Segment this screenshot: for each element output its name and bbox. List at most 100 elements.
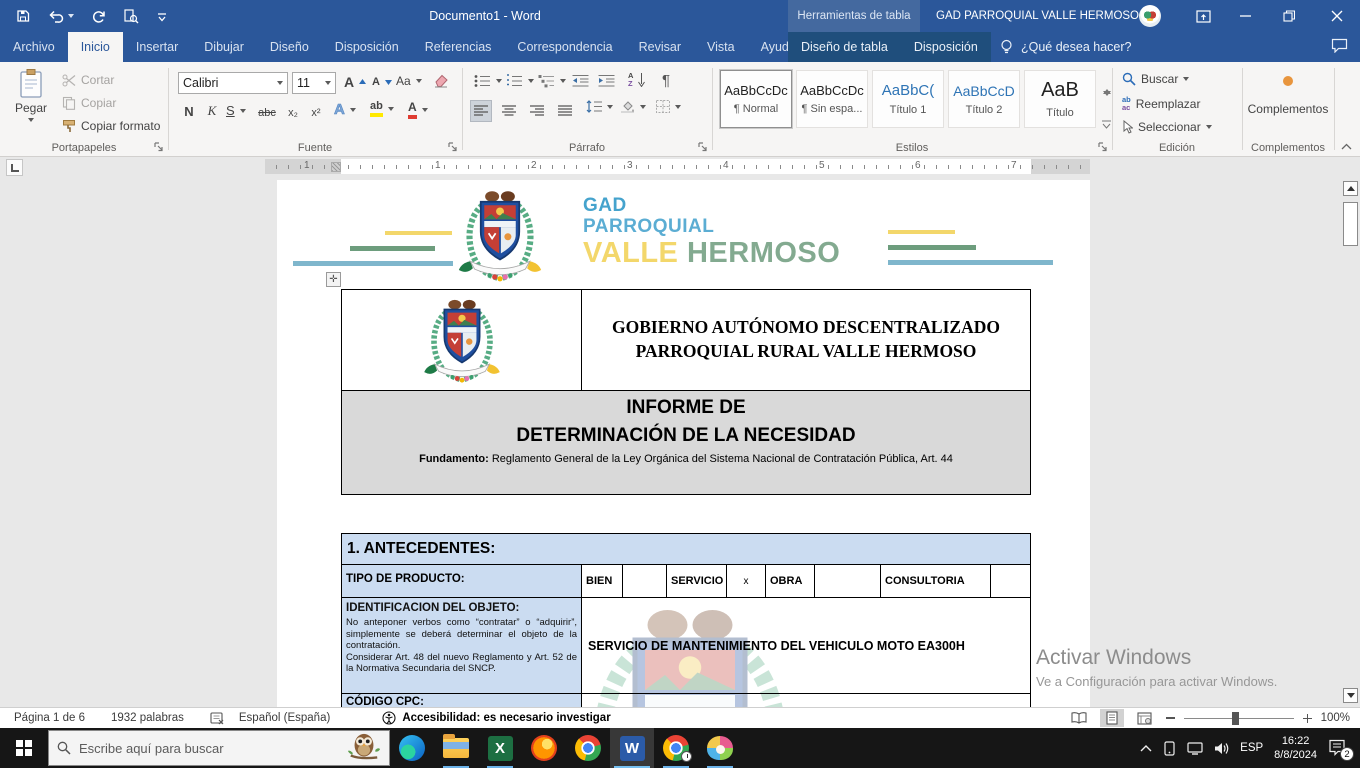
- underline-button[interactable]: S: [226, 103, 246, 118]
- borders-button[interactable]: [656, 100, 681, 113]
- taskbar-chrome-icon[interactable]: [566, 728, 610, 768]
- save-button[interactable]: [16, 9, 30, 23]
- font-color-dropdown-icon[interactable]: [422, 108, 428, 112]
- font-color-button[interactable]: A: [408, 100, 428, 119]
- superscript-button[interactable]: x²: [305, 102, 327, 124]
- tab-vista[interactable]: Vista: [694, 32, 748, 62]
- volume-icon[interactable]: [1214, 742, 1229, 755]
- zoom-slider-thumb[interactable]: [1232, 712, 1239, 725]
- italic-button[interactable]: K: [201, 100, 223, 122]
- redo-button[interactable]: [91, 9, 106, 23]
- font-size-combo[interactable]: 11: [292, 72, 336, 94]
- vertical-scrollbar[interactable]: [1341, 178, 1359, 707]
- select-dropdown-icon[interactable]: [1206, 125, 1212, 129]
- tab-dibujar[interactable]: Dibujar: [191, 32, 257, 62]
- account-name[interactable]: GAD PARROQUIAL VALLE HERMOSO: [936, 0, 1139, 32]
- font-family-dropdown-icon[interactable]: [277, 81, 283, 85]
- tab-correspondencia[interactable]: Correspondencia: [504, 32, 625, 62]
- tab-stop-selector[interactable]: [6, 159, 23, 176]
- cut-button[interactable]: Cortar: [62, 73, 114, 87]
- addins-button-label[interactable]: Complementos: [1242, 102, 1334, 116]
- notification-center-button[interactable]: 2: [1328, 739, 1348, 757]
- tab-disposicion[interactable]: Disposición: [322, 32, 412, 62]
- horizontal-ruler[interactable]: 1 1 2 3 4 5 6 7: [265, 159, 1090, 174]
- page-indicator[interactable]: Página 1 de 6: [14, 712, 85, 724]
- change-case-dropdown-icon[interactable]: [416, 79, 422, 83]
- print-preview-button[interactable]: [123, 9, 139, 24]
- styles-gallery-more-icon[interactable]: [1102, 120, 1111, 129]
- find-dropdown-icon[interactable]: [1183, 77, 1189, 81]
- fuente-dialog-launcher-icon[interactable]: [448, 142, 458, 152]
- taskbar-word-icon[interactable]: W: [610, 728, 654, 768]
- tab-referencias[interactable]: Referencias: [412, 32, 505, 62]
- line-spacing-dropdown-icon[interactable]: [607, 105, 613, 109]
- addins-button[interactable]: [1242, 76, 1334, 86]
- align-left-button[interactable]: [470, 100, 492, 122]
- phone-link-icon[interactable]: [1163, 741, 1176, 756]
- zoom-level[interactable]: 100%: [1321, 712, 1350, 724]
- decrease-indent-button[interactable]: [572, 74, 589, 88]
- scroll-up-button[interactable]: [1343, 181, 1358, 196]
- strikethrough-button[interactable]: abc: [256, 102, 278, 124]
- highlight-dropdown-icon[interactable]: [388, 107, 394, 111]
- keyboard-language[interactable]: ESP: [1240, 742, 1263, 754]
- subscript-button[interactable]: x₂: [282, 102, 304, 124]
- find-button[interactable]: Buscar: [1122, 72, 1189, 86]
- estilos-dialog-launcher-icon[interactable]: [1098, 142, 1108, 152]
- select-button[interactable]: Seleccionar: [1122, 120, 1212, 134]
- numbering-button[interactable]: [506, 74, 534, 88]
- option-consultoria-mark[interactable]: [991, 565, 1030, 597]
- objeto-value[interactable]: SERVICIO DE MANTENIMIENTO DEL VEHICULO M…: [582, 598, 1030, 693]
- ruler-indent-marker[interactable]: [331, 162, 341, 172]
- tab-revisar[interactable]: Revisar: [626, 32, 694, 62]
- taskbar-firefox-icon[interactable]: [522, 728, 566, 768]
- network-icon[interactable]: [1187, 742, 1203, 755]
- multilevel-dropdown-icon[interactable]: [560, 79, 566, 83]
- font-family-combo[interactable]: Calibri: [178, 72, 288, 94]
- tab-insertar[interactable]: Insertar: [123, 32, 191, 62]
- tab-archivo[interactable]: Archivo: [0, 32, 68, 62]
- search-input[interactable]: [79, 741, 339, 756]
- paste-dropdown-icon[interactable]: [28, 118, 34, 122]
- style-sin-espaciado[interactable]: AaBbCcDc¶ Sin espa...: [796, 70, 868, 128]
- tell-me-box[interactable]: ¿Qué desea hacer?: [1000, 32, 1132, 62]
- taskbar-chrome-profile-icon[interactable]: [654, 728, 698, 768]
- bullets-dropdown-icon[interactable]: [496, 79, 502, 83]
- zoom-in-button[interactable]: [1303, 714, 1312, 723]
- shading-dropdown-icon[interactable]: [640, 105, 646, 109]
- account-avatar[interactable]: [1139, 5, 1161, 27]
- bold-button[interactable]: N: [178, 100, 200, 122]
- taskbar-search-box[interactable]: [48, 730, 390, 766]
- undo-button[interactable]: [47, 9, 74, 23]
- scroll-down-button[interactable]: [1343, 688, 1358, 703]
- zoom-out-button[interactable]: [1166, 717, 1175, 719]
- comments-icon[interactable]: [1331, 38, 1348, 53]
- change-case-button[interactable]: Aa: [396, 74, 422, 88]
- codigo-cpc-value[interactable]: [582, 694, 1030, 707]
- shrink-font-button[interactable]: A: [372, 76, 392, 88]
- style-normal[interactable]: AaBbCcDc¶ Normal: [720, 70, 792, 128]
- portapapeles-dialog-launcher-icon[interactable]: [154, 142, 164, 152]
- align-right-button[interactable]: [526, 100, 548, 122]
- tab-disposicion-tabla[interactable]: Disposición: [901, 32, 991, 62]
- taskbar-clock[interactable]: 16:22 8/8/2024: [1274, 734, 1317, 763]
- print-layout-button[interactable]: [1100, 709, 1124, 727]
- undo-dropdown-icon[interactable]: [68, 14, 74, 18]
- collapse-ribbon-icon[interactable]: [1341, 143, 1352, 150]
- restore-button[interactable]: [1272, 0, 1306, 32]
- underline-dropdown-icon[interactable]: [240, 109, 246, 113]
- language-indicator[interactable]: Español (España): [239, 712, 330, 724]
- show-marks-button[interactable]: ¶: [662, 72, 670, 89]
- option-bien-mark[interactable]: [623, 565, 667, 597]
- web-layout-button[interactable]: [1133, 709, 1157, 727]
- hidden-icons-chevron[interactable]: [1140, 744, 1152, 752]
- align-center-button[interactable]: [498, 100, 520, 122]
- replace-button[interactable]: abac Reemplazar: [1122, 96, 1200, 111]
- close-button[interactable]: [1320, 0, 1354, 32]
- option-servicio-mark[interactable]: x: [727, 565, 766, 597]
- line-spacing-button[interactable]: [586, 100, 613, 113]
- tab-diseno[interactable]: Diseño: [257, 32, 322, 62]
- document-page[interactable]: GAD PARROQUIAL VALLE HERMOSO ✛: [277, 180, 1090, 707]
- style-titulo-1[interactable]: AaBbC(Título 1: [872, 70, 944, 128]
- minimize-button[interactable]: [1228, 0, 1262, 32]
